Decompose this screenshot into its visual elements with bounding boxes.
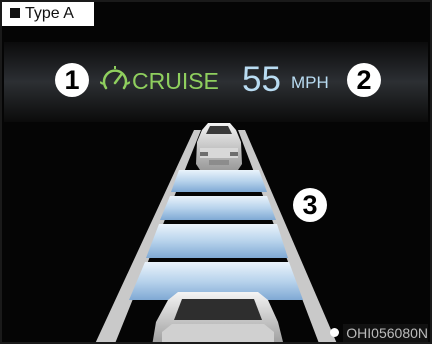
cruise-control-speedometer-icon [100,66,130,90]
road-visualization [95,123,337,342]
cruise-status-label: CRUISE [132,68,219,94]
lead-vehicle-icon [196,123,242,170]
own-vehicle-icon [152,292,283,342]
distance-bar-1 [171,170,267,192]
watermark-dot [330,328,339,337]
callout-2: 2 [347,63,381,97]
distance-bar-3 [146,224,288,258]
set-speed-value: 55 [242,60,281,99]
distance-bar-2 [160,196,276,220]
callout-3: 3 [293,188,327,222]
square-bullet-icon [10,8,20,18]
image-code-watermark: OHI056080N [343,324,428,342]
callout-1: 1 [55,63,89,97]
type-label-text: Type A [25,5,74,22]
cluster-display: 1 CRUISE 55 MPH 2 3 OHI056080N [0,0,432,344]
set-speed-unit: MPH [291,73,329,92]
type-label: Type A [2,2,94,26]
